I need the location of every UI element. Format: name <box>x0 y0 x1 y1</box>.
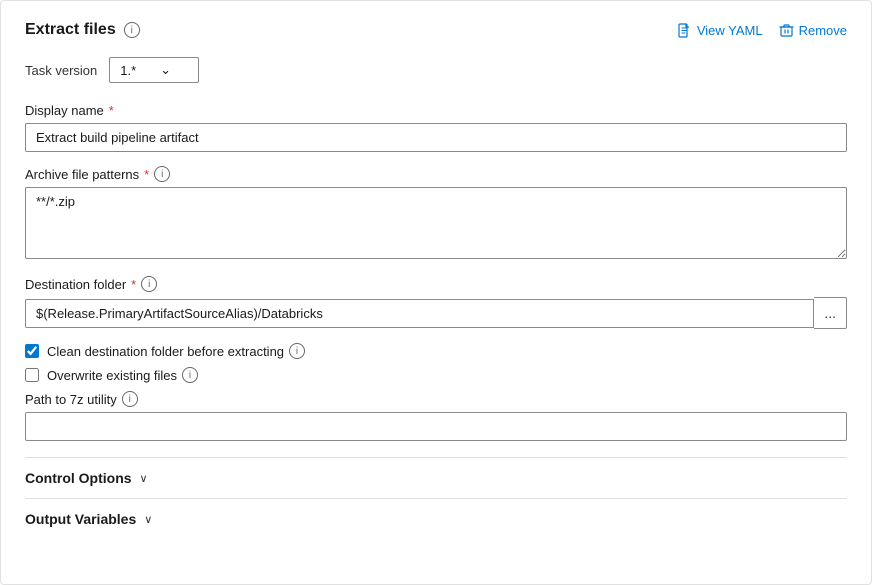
output-variables-section[interactable]: Output Variables ∨ <box>25 499 847 539</box>
destination-folder-group: Destination folder * i ... <box>25 276 847 329</box>
task-version-label: Task version <box>25 63 97 78</box>
header-right: View YAML Remove <box>677 23 847 38</box>
display-name-label: Display name * <box>25 103 847 118</box>
view-yaml-label: View YAML <box>697 23 763 38</box>
output-variables-title: Output Variables <box>25 511 136 527</box>
version-chevron-icon: ⌄ <box>160 62 171 78</box>
display-name-group: Display name * <box>25 103 847 152</box>
destination-folder-row: ... <box>25 297 847 329</box>
remove-link[interactable]: Remove <box>779 23 847 38</box>
destination-folder-info-icon[interactable]: i <box>141 276 157 292</box>
control-options-section[interactable]: Control Options ∨ <box>25 458 847 499</box>
overwrite-files-row: Overwrite existing files i <box>25 367 847 383</box>
overwrite-files-info-icon[interactable]: i <box>182 367 198 383</box>
destination-folder-input[interactable] <box>25 299 814 328</box>
clean-destination-checkbox[interactable] <box>25 344 39 358</box>
archive-patterns-required: * <box>144 167 149 182</box>
path-7z-label: Path to 7z utility i <box>25 391 847 407</box>
title-info-icon[interactable]: i <box>124 22 140 38</box>
path-7z-input[interactable] <box>25 412 847 441</box>
extract-files-panel: Extract files i View YAML Remove <box>0 0 872 585</box>
clean-destination-row: Clean destination folder before extracti… <box>25 343 847 359</box>
page-title: Extract files <box>25 21 116 39</box>
panel-header: Extract files i View YAML Remove <box>25 21 847 39</box>
clean-destination-info-icon[interactable]: i <box>289 343 305 359</box>
path-7z-group: Path to 7z utility i <box>25 391 847 441</box>
display-name-required: * <box>109 103 114 118</box>
remove-label: Remove <box>799 23 847 38</box>
task-version-value: 1.* <box>120 63 136 78</box>
yaml-icon <box>677 23 692 38</box>
destination-folder-label: Destination folder * i <box>25 276 847 292</box>
overwrite-files-checkbox[interactable] <box>25 368 39 382</box>
task-version-row: Task version 1.* ⌄ <box>25 57 847 83</box>
display-name-input[interactable] <box>25 123 847 152</box>
destination-folder-required: * <box>131 277 136 292</box>
archive-patterns-label: Archive file patterns * i <box>25 166 847 182</box>
control-options-title: Control Options <box>25 470 132 486</box>
view-yaml-link[interactable]: View YAML <box>677 23 763 38</box>
control-options-chevron-icon: ∨ <box>140 472 148 485</box>
header-left: Extract files i <box>25 21 140 39</box>
output-variables-chevron-icon: ∨ <box>144 513 152 526</box>
clean-destination-label[interactable]: Clean destination folder before extracti… <box>47 343 305 359</box>
archive-patterns-group: Archive file patterns * i **/*.zip <box>25 166 847 262</box>
archive-patterns-textarea[interactable]: **/*.zip <box>25 187 847 259</box>
destination-folder-browse-button[interactable]: ... <box>814 297 847 329</box>
remove-icon <box>779 23 794 38</box>
archive-patterns-info-icon[interactable]: i <box>154 166 170 182</box>
task-version-select[interactable]: 1.* ⌄ <box>109 57 199 83</box>
overwrite-files-label[interactable]: Overwrite existing files i <box>47 367 198 383</box>
path-7z-info-icon[interactable]: i <box>122 391 138 407</box>
